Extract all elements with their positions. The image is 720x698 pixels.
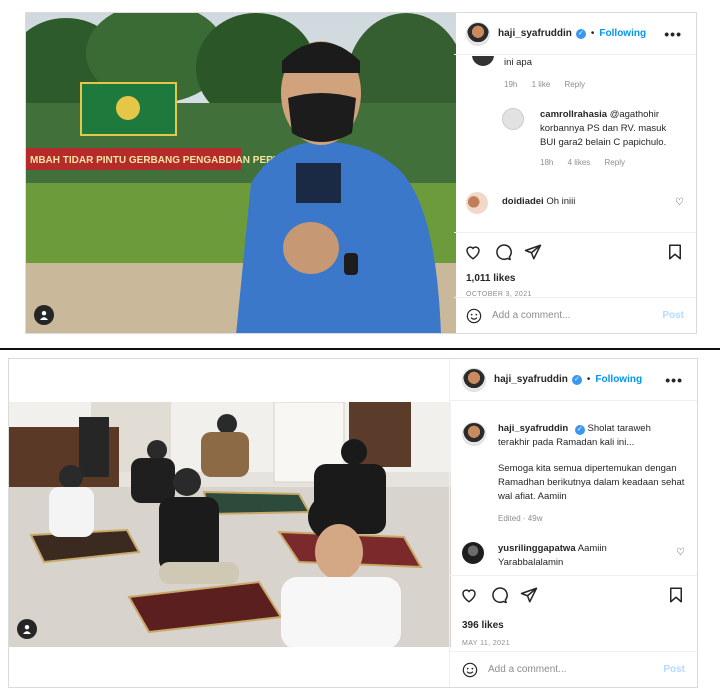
comment-likes[interactable]: 4 likes — [568, 158, 591, 167]
header-username[interactable]: haji_syafruddin — [498, 28, 572, 39]
comment-username[interactable]: yusrilinggapatwa — [498, 543, 576, 554]
comment-icon[interactable] — [490, 586, 508, 604]
header-username[interactable]: haji_syafruddin — [494, 374, 568, 385]
verified-badge-icon: ✓ — [571, 374, 582, 385]
heart-icon[interactable] — [464, 243, 482, 261]
post-header: haji_syafruddin ✓ • Following ••• — [454, 13, 696, 55]
bookmark-icon[interactable] — [666, 243, 684, 261]
caption-line-2: Semoga kita semua dipertemukan dengan Ra… — [498, 463, 685, 502]
more-options-icon[interactable]: ••• — [665, 372, 683, 388]
avatar[interactable] — [502, 108, 524, 130]
heart-icon[interactable] — [460, 586, 478, 604]
banner-text: MBAH TIDAR PINTU GERBANG PENGABDIAN PERW… — [30, 155, 300, 166]
emoji-icon[interactable] — [462, 662, 478, 678]
post-comment-button[interactable]: Post — [662, 310, 684, 321]
likes-count[interactable]: 1,011 likes — [466, 273, 516, 284]
comment-likes[interactable]: 1 like — [532, 80, 551, 89]
comments-list: haji_syafruddin ✓ Sholat taraweh terakhi… — [450, 402, 697, 580]
reply-button[interactable]: Reply — [565, 80, 585, 89]
verified-badge-icon: ✓ — [574, 425, 585, 435]
post-header: haji_syafruddin ✓ • Following ••• — [450, 359, 697, 401]
add-comment-bar: Post — [450, 651, 697, 687]
avatar[interactable] — [462, 542, 484, 564]
list-item: yusrilinggapatwa Aamiin Yarabbalalamin ♡ — [462, 542, 697, 572]
share-icon[interactable] — [520, 586, 538, 604]
following-button[interactable]: Following — [595, 374, 642, 385]
post-card-2: haji_syafruddin ✓ • Following ••• haji_s… — [8, 358, 698, 688]
list-item: camrollrahasia @agathohir korbannya PS d… — [502, 108, 684, 167]
post-photo-officer: MBAH TIDAR PINTU GERBANG PENGABDIAN PERW… — [26, 13, 456, 333]
avatar[interactable] — [462, 422, 486, 446]
user-tag-icon[interactable] — [34, 305, 54, 325]
list-item: doidiadei Oh iniii ♡ — [466, 192, 696, 222]
post-sidebar-2: haji_syafruddin ✓ • Following ••• haji_s… — [449, 359, 697, 687]
comment-input[interactable] — [492, 310, 663, 321]
caption-meta: Edited · 49w — [498, 514, 543, 523]
post-actions: 396 likes MAY 11, 2021 — [450, 575, 697, 647]
likes-count[interactable]: 396 likes — [462, 620, 504, 631]
post-comment-button[interactable]: Post — [663, 664, 685, 675]
post-actions: 1,011 likes OCTOBER 3, 2021 — [454, 232, 696, 298]
following-button[interactable]: Following — [599, 28, 646, 39]
comments-list: ini apa 19h 1 like Reply camrollrahasia … — [454, 56, 696, 232]
comment-username[interactable]: camrollrahasia — [540, 109, 607, 120]
more-options-icon[interactable]: ••• — [664, 26, 682, 42]
emoji-icon[interactable] — [466, 308, 482, 324]
comment-time: 18h — [540, 158, 554, 167]
comment-text: ini apa — [504, 57, 532, 68]
separator — [0, 348, 720, 350]
caption: haji_syafruddin ✓ Sholat taraweh terakhi… — [462, 414, 685, 523]
comment-input[interactable] — [488, 664, 664, 675]
verified-badge-icon: ✓ — [575, 28, 586, 39]
avatar[interactable] — [466, 192, 488, 214]
bookmark-icon[interactable] — [667, 586, 685, 604]
caption-username[interactable]: haji_syafruddin — [498, 423, 568, 434]
avatar[interactable] — [462, 367, 486, 392]
like-comment-heart-icon[interactable]: ♡ — [675, 197, 684, 208]
comment-time: 19h — [504, 80, 518, 89]
reply-button[interactable]: Reply — [605, 158, 625, 167]
post-card-1: MBAH TIDAR PINTU GERBANG PENGABDIAN PERW… — [25, 12, 697, 334]
add-comment-bar: Post — [454, 297, 696, 333]
user-tag-icon[interactable] — [17, 619, 37, 639]
post-photo-prayer — [9, 402, 451, 647]
comment-icon[interactable] — [494, 243, 512, 261]
share-icon[interactable] — [524, 243, 542, 261]
post-image-1[interactable]: MBAH TIDAR PINTU GERBANG PENGABDIAN PERW… — [26, 13, 456, 333]
avatar[interactable] — [466, 21, 490, 46]
post-sidebar-1: haji_syafruddin ✓ • Following ••• ini ap… — [454, 13, 696, 333]
like-comment-heart-icon[interactable]: ♡ — [676, 547, 685, 558]
comment-username[interactable]: doidiadei — [502, 196, 544, 207]
post-date: MAY 11, 2021 — [462, 640, 510, 647]
post-image-2[interactable] — [9, 402, 451, 647]
list-item: ini apa 19h 1 like Reply — [472, 56, 680, 89]
comment-text: Oh iniii — [546, 196, 576, 207]
avatar[interactable] — [472, 56, 494, 66]
